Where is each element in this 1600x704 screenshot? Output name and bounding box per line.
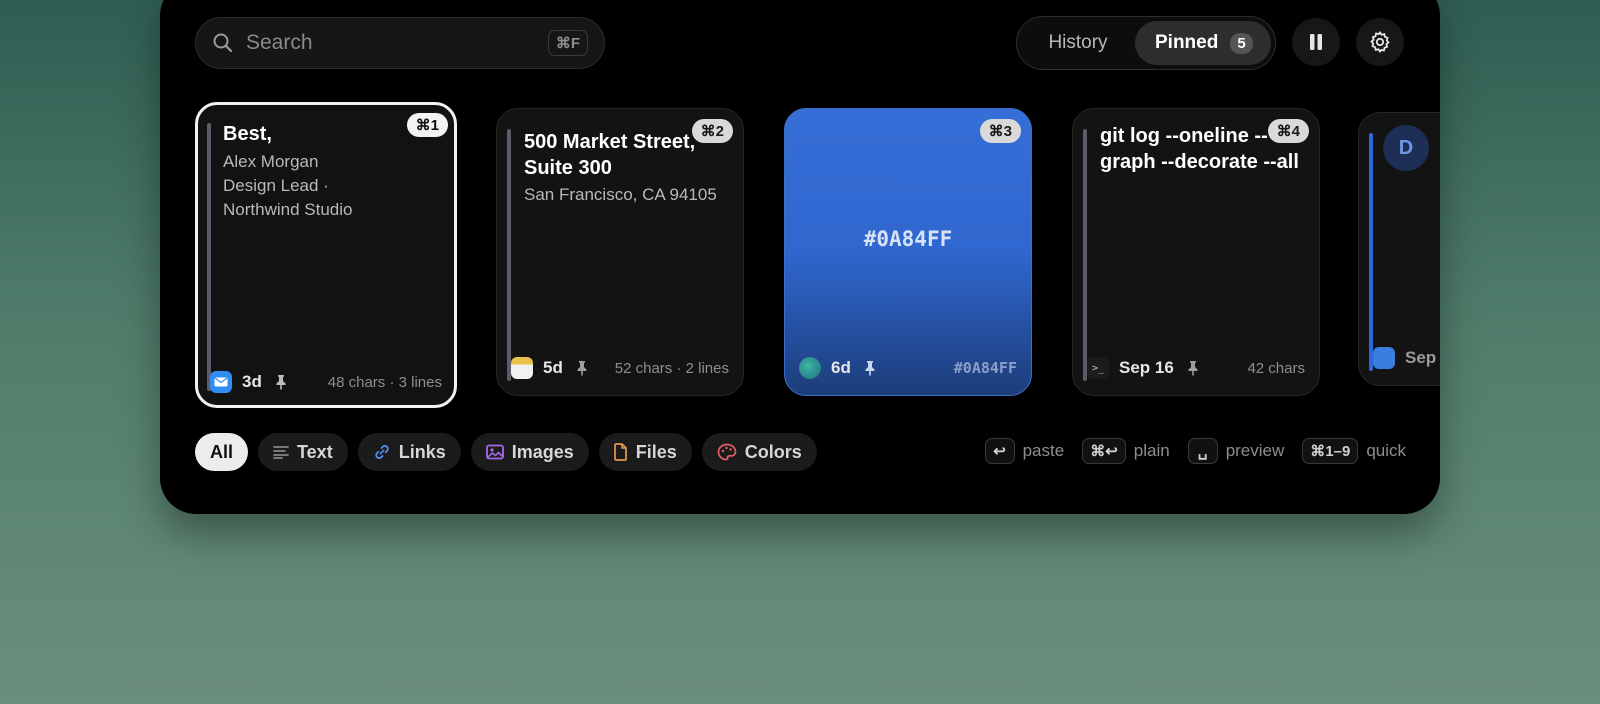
terminal-app-icon: >_ <box>1087 357 1109 379</box>
avatar: D <box>1383 125 1429 171</box>
accent-bar <box>1083 129 1087 381</box>
hint-key-quick: ⌘1–9 <box>1302 438 1359 464</box>
card-age: 5d <box>543 358 563 377</box>
search-input[interactable]: Search ⌘F <box>195 17 605 69</box>
card-meta: #0A84FF <box>953 359 1017 377</box>
filter-bar: All Text Links Images Files Colors <box>195 433 817 471</box>
filter-text[interactable]: Text <box>258 433 348 471</box>
filter-all[interactable]: All <box>195 433 249 471</box>
pause-button[interactable] <box>1292 18 1340 66</box>
clip-card-5[interactable]: D Sep <box>1358 112 1440 386</box>
accent-bar <box>507 129 511 381</box>
image-icon <box>485 444 504 460</box>
search-placeholder: Search <box>246 31 313 54</box>
filter-files-label: Files <box>635 441 677 462</box>
card-footer: >_ Sep 16 42 chars <box>1087 357 1305 379</box>
palette-icon <box>717 443 737 461</box>
gear-icon <box>1370 30 1390 54</box>
filter-files[interactable]: Files <box>598 433 692 471</box>
card-title: 500 Market Street, Suite 300 <box>524 131 696 179</box>
filter-images[interactable]: Images <box>470 433 589 471</box>
card-title: git log --oneline --graph --decorate --a… <box>1100 125 1299 173</box>
card-line: Design Lead · <box>223 176 329 195</box>
filter-images-label: Images <box>511 441 574 462</box>
clip-card-1[interactable]: ⌘1 Best, Alex Morgan Design Lead · North… <box>195 102 457 408</box>
card-meta: 52 chars · 2 lines <box>614 359 729 377</box>
search-shortcut: ⌘F <box>547 30 588 56</box>
filter-colors[interactable]: Colors <box>701 433 817 471</box>
card-age: 6d <box>831 358 851 377</box>
pin-icon <box>276 375 286 390</box>
filter-links[interactable]: Links <box>357 433 461 471</box>
card-age: 3d <box>242 372 262 391</box>
card-footer: 6d #0A84FF <box>799 357 1017 379</box>
hint-label-preview: preview <box>1225 441 1285 460</box>
file-icon <box>613 443 627 461</box>
card-footer: 5d 52 chars · 2 lines <box>511 357 729 379</box>
accent-bar <box>1369 133 1373 371</box>
filter-colors-label: Colors <box>744 441 802 462</box>
notes-app-icon <box>511 357 533 379</box>
safari-app-icon <box>1373 347 1395 369</box>
search-icon <box>213 33 233 53</box>
card-footer: 3d 48 chars · 3 lines <box>210 371 442 393</box>
text-icon <box>273 446 289 459</box>
link-icon <box>375 445 389 459</box>
card-line: Alex Morgan <box>223 152 319 171</box>
hint-label-quick: quick <box>1366 441 1406 460</box>
pause-icon <box>1310 34 1322 50</box>
view-segmented-control: History Pinned 5 <box>1016 16 1276 70</box>
keyboard-hints: ↩ paste ⌘↩ plain ␣ preview ⌘1–9 quick <box>984 438 1406 464</box>
clip-card-4[interactable]: ⌘4 git log --oneline --graph --decorate … <box>1072 108 1320 396</box>
tab-history[interactable]: History <box>1021 21 1135 65</box>
clip-card-2[interactable]: ⌘2 500 Market Street, Suite 300 San Fran… <box>496 108 744 396</box>
card-meta: 48 chars · 3 lines <box>327 373 442 391</box>
card-title: Best, <box>223 123 272 145</box>
hint-label-paste: paste <box>1022 441 1065 460</box>
card-line: San Francisco, CA 94105 <box>524 185 717 204</box>
pin-icon <box>1188 361 1198 376</box>
pin-icon <box>865 361 875 376</box>
settings-button[interactable] <box>1356 18 1404 66</box>
filter-links-label: Links <box>398 441 446 462</box>
mail-app-icon <box>210 371 232 393</box>
color-hex-value: #0A84FF <box>863 227 953 251</box>
filter-text-label: Text <box>297 441 333 462</box>
card-footer: Sep <box>1373 347 1440 369</box>
card-meta: 42 chars <box>1247 359 1305 377</box>
card-line: Northwind Studio <box>223 200 353 219</box>
hint-key-plain: ⌘↩ <box>1082 438 1126 464</box>
tab-pinned[interactable]: Pinned 5 <box>1135 21 1271 65</box>
clip-card-3[interactable]: ⌘3 #0A84FF 6d #0A84FF <box>784 108 1032 396</box>
hint-label-plain: plain <box>1133 441 1170 460</box>
clipboard-panel: Search ⌘F History Pinned 5 ⌘1 Best, Alex… <box>160 0 1440 514</box>
tab-pinned-label: Pinned <box>1155 32 1219 53</box>
pinned-count-badge: 5 <box>1230 32 1253 54</box>
card-shortcut: ⌘3 <box>979 119 1021 143</box>
card-age: Sep 16 <box>1119 358 1174 377</box>
card-age: Sep <box>1405 348 1437 367</box>
color-picker-app-icon <box>799 357 821 379</box>
pin-icon <box>577 361 587 376</box>
hint-key-preview: ␣ <box>1187 438 1218 464</box>
accent-bar <box>207 123 211 391</box>
hint-key-paste: ↩ <box>984 438 1015 464</box>
